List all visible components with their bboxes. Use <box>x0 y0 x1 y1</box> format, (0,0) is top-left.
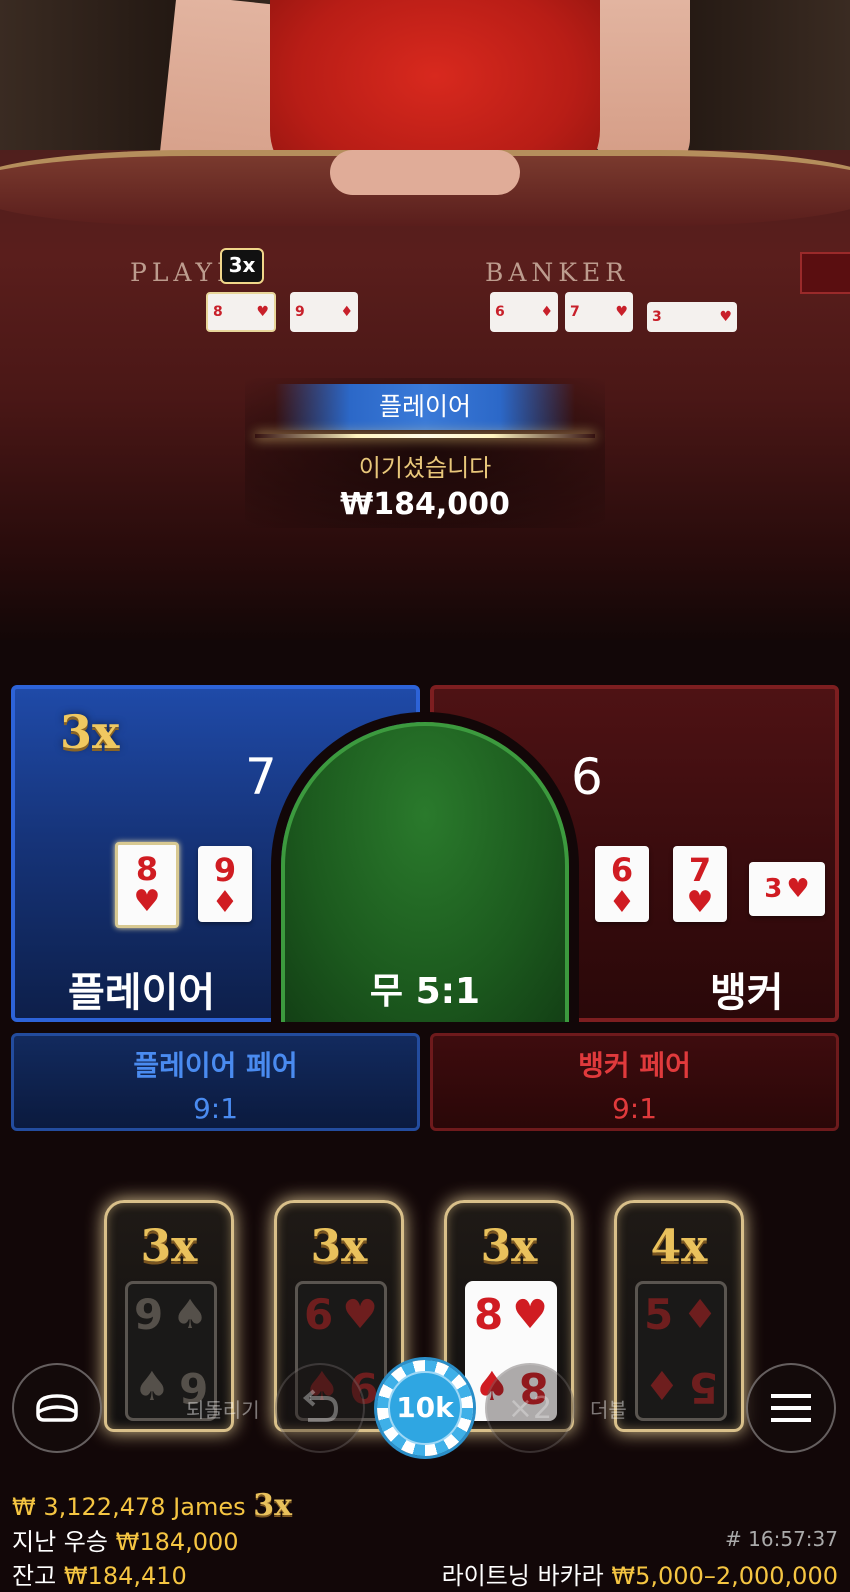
dealer-hand <box>330 150 520 195</box>
balance-label: 잔고 <box>12 1562 57 1590</box>
table-label-banker: BANKER <box>485 258 630 287</box>
table-limits: ₩5,000–2,000,000 <box>611 1562 838 1590</box>
double-icon: ×2 <box>507 1390 553 1426</box>
player-card: 9 ♦ <box>198 846 252 922</box>
undo-label: 되돌리기 <box>186 1398 260 1422</box>
lightning-card: 4x 5 ♦ ♦ 5 <box>614 1200 744 1432</box>
lightning-effect <box>255 434 595 438</box>
undo-button[interactable] <box>275 1363 365 1453</box>
player-spot-label: 플레이어 <box>68 970 216 1016</box>
chat-button[interactable] <box>12 1363 102 1453</box>
balance-value: ₩184,410 <box>63 1562 187 1590</box>
banker-score: 6 <box>571 748 603 806</box>
win-amount: ₩184,000 <box>340 487 510 522</box>
banker-pair-odds: 9:1 <box>611 1092 658 1125</box>
last-win-row: 지난 우승 ₩184,000 <box>12 1522 239 1557</box>
banker-card: 7 ♥ <box>673 846 727 922</box>
chip-selector[interactable]: 10k <box>377 1360 473 1456</box>
banker-spot-label: 뱅커 <box>710 970 784 1016</box>
total-bet-amount: ₩ 3,122,478 <box>12 1493 166 1521</box>
winner-label: 플레이어 <box>275 384 575 430</box>
player-multiplier: 3x <box>60 705 120 759</box>
bet-multiplier: 3x <box>253 1488 292 1523</box>
menu-icon <box>771 1394 811 1422</box>
double-button[interactable]: ×2 <box>485 1363 575 1453</box>
banker-card: 3 ♥ <box>749 862 825 916</box>
undo-icon <box>302 1389 339 1422</box>
player-card: 8 ♥ <box>115 842 179 928</box>
table-card: 3 ♥ <box>647 302 737 332</box>
player-name: James <box>173 1493 246 1521</box>
round-time: # 16:57:37 <box>725 1527 838 1551</box>
table-card: 8 ♥ <box>206 292 276 332</box>
win-banner: 플레이어 이기셨습니다 ₩184,000 <box>245 378 605 528</box>
last-win-label: 지난 우승 <box>12 1528 108 1556</box>
last-win-value: ₩184,000 <box>115 1528 239 1556</box>
menu-button[interactable] <box>746 1363 836 1453</box>
banker-card: 6 ♦ <box>595 846 649 922</box>
table-multiplier-marker: 3x <box>220 248 264 284</box>
player-pair-odds: 9:1 <box>192 1092 239 1125</box>
game-info-row: 라이트닝 바카라 ₩5,000–2,000,000 <box>442 1556 838 1591</box>
table-side-marker <box>800 252 850 294</box>
bet-spot-banker-pair[interactable]: 뱅커 페어 9:1 <box>430 1033 839 1131</box>
live-video-stream: PLAYER BANKER 3x 8 ♥ 9 ♦ 6 ♦ 7 ♥ 3 ♥ 플레이어 이기셨… <box>0 0 850 640</box>
table-card: 9 ♦ <box>290 292 358 332</box>
player-score: 7 <box>245 748 277 806</box>
table-card: 7 ♥ <box>565 292 633 332</box>
game-name: 라이트닝 바카라 <box>441 1562 604 1590</box>
banker-pair-label: 뱅커 페어 <box>578 1049 691 1082</box>
chat-icon <box>36 1394 78 1422</box>
tie-spot-label: 무 5:1 <box>369 971 481 1012</box>
table-card: 6 ♦ <box>490 292 558 332</box>
player-pair-label: 플레이어 페어 <box>133 1049 298 1082</box>
balance-row: 잔고 ₩184,410 <box>12 1556 187 1591</box>
win-message: 이기셨습니다 <box>358 454 492 482</box>
chip-icon: 10k <box>388 1371 462 1445</box>
double-label: 더블 <box>590 1398 627 1422</box>
total-bet-row: ₩ 3,122,478 James 3x <box>12 1488 292 1523</box>
bet-spot-player-pair[interactable]: 플레이어 페어 9:1 <box>11 1033 420 1131</box>
